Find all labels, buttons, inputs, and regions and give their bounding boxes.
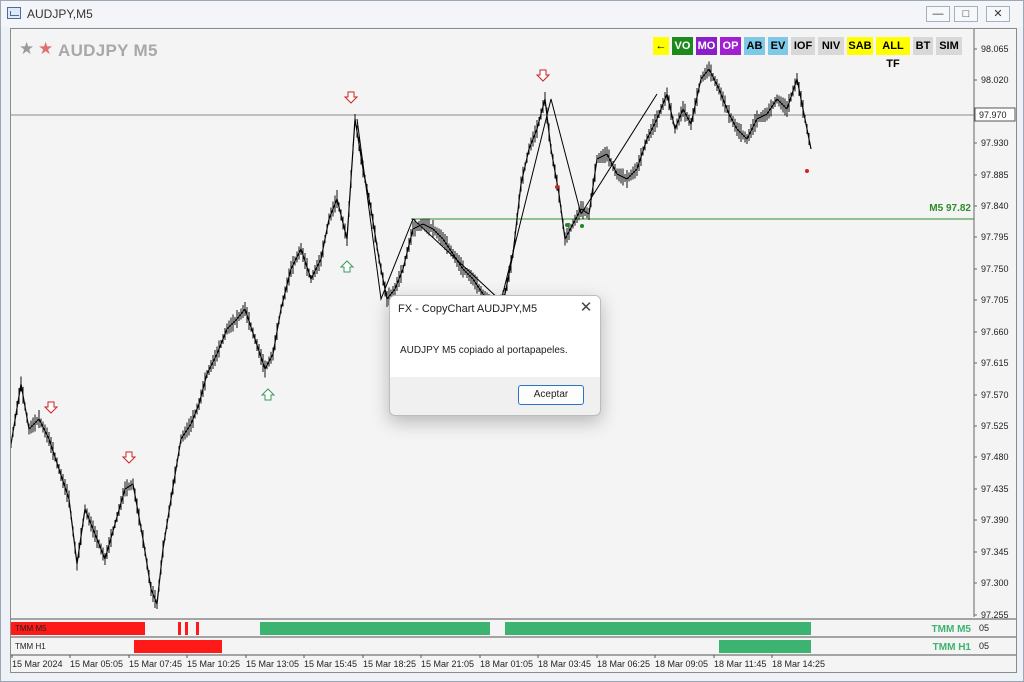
sell-arrow-icon	[43, 401, 59, 414]
toolbar-button-mo[interactable]: MO	[696, 37, 717, 55]
x-tick-label: 18 Mar 01:05	[480, 659, 533, 669]
x-tick-label: 18 Mar 09:05	[655, 659, 708, 669]
toolbar-button-ev[interactable]: EV	[768, 37, 788, 55]
dialog-title-bar[interactable]: FX - CopyChart AUDJPY,M5 ✕	[390, 296, 600, 322]
x-tick-label: 15 Mar 15:45	[304, 659, 357, 669]
tmm-h1-label: TMM H1	[15, 642, 46, 651]
tmm-m5-bear-bar	[196, 622, 199, 635]
y-tick-label: 97.750	[981, 264, 1009, 274]
signal-dot	[555, 185, 559, 189]
x-tick-label: 15 Mar 07:45	[129, 659, 182, 669]
x-tick-label: 15 Mar 13:05	[246, 659, 299, 669]
current-price-label: 97.970	[979, 110, 1007, 120]
x-tick-label: 18 Mar 06:25	[597, 659, 650, 669]
toolbar-button-ab[interactable]: AB	[744, 37, 765, 55]
star-icon[interactable]: ★	[19, 39, 34, 59]
y-tick-label: 97.525	[981, 421, 1009, 431]
tmm-m5-bull-bar	[505, 622, 811, 635]
tmm-m5-bear-bar	[185, 622, 188, 635]
price-level-label: M5 97.82	[929, 203, 971, 214]
dialog-message: AUDJPY M5 copiado al portapapeles.	[400, 345, 568, 356]
toolbar-button-bt[interactable]: BT	[913, 37, 933, 55]
signal-dot	[565, 223, 569, 227]
y-tick-label: 97.840	[981, 201, 1009, 211]
signal-dot	[580, 224, 584, 228]
tmm-m5-value: 05	[979, 623, 989, 633]
y-tick-label: 97.570	[981, 390, 1009, 400]
buy-arrow-icon	[339, 260, 355, 273]
toolbar-button-back[interactable]: ←	[653, 37, 669, 55]
y-tick-label: 97.930	[981, 138, 1009, 148]
chart-symbol-label: AUDJPY M5	[58, 41, 158, 60]
y-tick-label: 97.885	[981, 170, 1009, 180]
minimize-button[interactable]: —	[926, 6, 950, 22]
y-tick-label: 97.615	[981, 358, 1009, 368]
dialog-body: AUDJPY M5 copiado al portapapeles.	[390, 322, 600, 377]
sell-arrow-icon	[535, 69, 551, 82]
copychart-dialog: FX - CopyChart AUDJPY,M5 ✕ AUDJPY M5 cop…	[389, 295, 601, 416]
tmm-h1-value: 05	[979, 641, 989, 651]
toolbar-button-op[interactable]: OP	[720, 37, 741, 55]
x-tick-label: 15 Mar 10:25	[187, 659, 240, 669]
x-tick-label: 15 Mar 05:05	[70, 659, 123, 669]
tmm-m5-bull-bar	[260, 622, 490, 635]
window-title: AUDJPY,M5	[27, 7, 93, 21]
toolbar-button-iof[interactable]: IOF	[791, 37, 815, 55]
dialog-close-icon[interactable]: ✕	[578, 300, 594, 316]
x-tick-label: 15 Mar 2024	[12, 659, 63, 669]
y-tick-label: 97.300	[981, 578, 1009, 588]
y-tick-label: 98.020	[981, 75, 1009, 85]
y-tick-label: 97.660	[981, 327, 1009, 337]
y-tick-label: 97.435	[981, 484, 1009, 494]
tmm-m5-bear-bar	[178, 622, 181, 635]
tmm-h1-tag: TMM H1	[933, 642, 972, 653]
y-tick-label: 98.065	[981, 44, 1009, 54]
close-button[interactable]: ✕	[986, 6, 1010, 22]
maximize-button[interactable]: □	[954, 6, 978, 22]
toolbar-button-niv[interactable]: NIV	[818, 37, 844, 55]
sell-arrow-icon	[343, 91, 359, 104]
x-tick-label: 18 Mar 03:45	[538, 659, 591, 669]
x-tick-label: 15 Mar 21:05	[421, 659, 474, 669]
y-tick-label: 97.480	[981, 452, 1009, 462]
toolbar-button-vo[interactable]: VO	[672, 37, 693, 55]
x-tick-label: 15 Mar 18:25	[363, 659, 416, 669]
chart-window-icon	[7, 7, 21, 19]
x-tick-label: 18 Mar 11:45	[714, 659, 766, 669]
x-tick-label: 18 Mar 14:25	[772, 659, 825, 669]
title-bar[interactable]: AUDJPY,M5 — □ ✕	[1, 1, 1023, 27]
y-tick-label: 97.795	[981, 232, 1009, 242]
signal-dot	[805, 169, 809, 173]
y-tick-label: 97.390	[981, 515, 1009, 525]
toolbar-button-sim[interactable]: SIM	[936, 37, 962, 55]
dialog-title: FX - CopyChart AUDJPY,M5	[398, 303, 538, 315]
tmm-h1-bear-bar	[134, 640, 222, 653]
tmm-m5-label: TMM M5	[15, 624, 47, 633]
y-tick-label: 97.705	[981, 295, 1009, 305]
tmm-m5-tag: TMM M5	[932, 624, 972, 635]
tmm-h1-bull-bar	[719, 640, 811, 653]
y-tick-label: 97.345	[981, 547, 1009, 557]
buy-arrow-icon	[260, 388, 276, 401]
favorite-star-icon[interactable]: ★	[38, 39, 53, 59]
accept-button[interactable]: Aceptar	[518, 385, 584, 405]
toolbar-button-all-tf[interactable]: ALL TF	[876, 37, 910, 70]
sell-arrow-icon	[121, 451, 137, 464]
toolbar-button-sab[interactable]: SAB	[847, 37, 873, 55]
